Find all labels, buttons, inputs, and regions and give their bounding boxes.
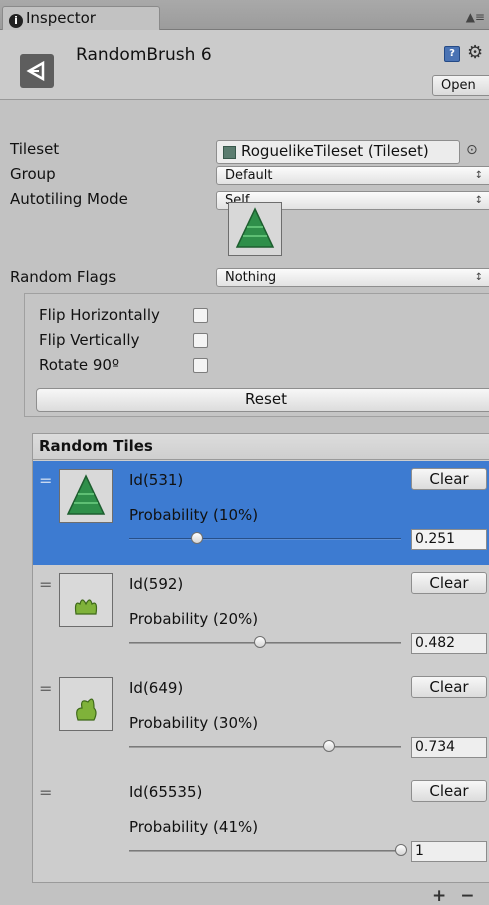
list-item[interactable]: = Id(592) Clear Probability (20%) 0.482 [33, 565, 489, 669]
add-item-button[interactable]: + [432, 886, 460, 905]
clear-button[interactable]: Clear [411, 468, 487, 490]
group-dropdown[interactable]: Default ↕ [216, 166, 489, 185]
rotate-90-label: Rotate 90º [39, 356, 120, 374]
tab-inspector-label: Inspector [26, 9, 96, 27]
bush-icon [74, 599, 98, 615]
tree-icon [66, 474, 106, 515]
clear-button[interactable]: Clear [411, 572, 487, 594]
help-book-icon[interactable]: ? [444, 46, 460, 62]
probability-value-field[interactable]: 0.251 [411, 529, 487, 550]
flip-horizontally-checkbox[interactable] [193, 308, 208, 323]
tile-id: Id(649) [129, 679, 184, 697]
tile-id: Id(65535) [129, 783, 203, 801]
tile-thumbnail[interactable] [59, 469, 113, 523]
object-name: RandomBrush 6 [76, 45, 212, 65]
list-add-remove: +− [432, 886, 489, 905]
group-label: Group [10, 165, 56, 183]
flip-horizontally-label: Flip Horizontally [39, 306, 160, 324]
object-header: RandomBrush 6 ? ⚙ Open [0, 30, 489, 100]
probability-slider-track[interactable] [129, 746, 401, 748]
probability-label: Probability (10%) [129, 506, 259, 524]
clear-button[interactable]: Clear [411, 780, 487, 802]
drag-handle-icon[interactable]: = [39, 679, 52, 698]
random-flags-dropdown[interactable]: Nothing ↕ [216, 268, 489, 287]
tile-id: Id(592) [129, 575, 184, 593]
random-flags-label: Random Flags [10, 268, 117, 286]
random-flags-value: Nothing [225, 270, 277, 285]
tile-id: Id(531) [129, 471, 184, 489]
rotate-90-checkbox[interactable] [193, 358, 208, 373]
random-tiles-list: Random Tiles = Id(531) Clear Probability… [32, 433, 489, 883]
probability-label: Probability (30%) [129, 714, 259, 732]
tile-thumbnail[interactable] [59, 573, 113, 627]
probability-slider-knob[interactable] [191, 532, 204, 544]
drag-handle-icon[interactable]: = [39, 471, 52, 490]
lock-menu-icon[interactable]: ▲≡ [466, 10, 485, 24]
probability-value-field[interactable]: 0.734 [411, 737, 487, 758]
tab-inspector[interactable]: i Inspector [2, 6, 160, 31]
probability-slider-knob[interactable] [395, 844, 407, 856]
dropdown-arrows-icon: ↕ [474, 272, 483, 283]
list-item[interactable]: = Id(531) Clear Probability (10%) 0.251 [33, 461, 489, 565]
probability-label: Probability (41%) [129, 818, 259, 836]
tree-icon [235, 207, 275, 248]
object-picker-icon[interactable]: ⊙ [466, 142, 478, 158]
tileset-icon [223, 146, 236, 159]
probability-slider-track[interactable] [129, 538, 401, 540]
tileset-label: Tileset [10, 140, 60, 158]
list-item[interactable]: = Id(65535) Clear Probability (41%) 1 [33, 773, 489, 877]
gear-icon[interactable]: ⚙ [467, 42, 483, 63]
probability-value-field[interactable]: 1 [411, 841, 487, 862]
inspector-tab-bar: i Inspector ▲≡ [0, 0, 489, 31]
list-item[interactable]: = Id(649) Clear Probability (30%) 0.734 [33, 669, 489, 773]
info-icon: i [9, 14, 23, 28]
probability-value-field[interactable]: 0.482 [411, 633, 487, 654]
probability-slider-knob[interactable] [254, 636, 267, 648]
reset-button[interactable]: Reset [36, 388, 489, 412]
dropdown-arrows-icon: ↕ [474, 170, 483, 181]
brush-preview [228, 202, 282, 256]
tileset-object-field[interactable]: RoguelikeTileset (Tileset) [216, 140, 460, 164]
flip-vertically-label: Flip Vertically [39, 331, 140, 349]
random-tiles-header: Random Tiles [33, 434, 489, 460]
dropdown-arrows-icon: ↕ [474, 195, 483, 206]
tileset-value: RoguelikeTileset (Tileset) [241, 142, 429, 160]
unity-asset-icon [20, 54, 54, 88]
group-value: Default [225, 168, 273, 183]
open-button[interactable]: Open [432, 75, 489, 96]
probability-label: Probability (20%) [129, 610, 259, 628]
clear-button[interactable]: Clear [411, 676, 487, 698]
remove-item-button[interactable]: − [460, 886, 488, 905]
leaf-bush-icon [76, 698, 97, 721]
flags-panel: Flip Horizontally Flip Vertically Rotate… [24, 293, 489, 417]
drag-handle-icon[interactable]: = [39, 575, 52, 594]
autotiling-mode-label: Autotiling Mode [10, 190, 128, 208]
probability-slider-track[interactable] [129, 850, 401, 852]
probability-slider-knob[interactable] [322, 740, 335, 752]
tile-thumbnail[interactable] [59, 677, 113, 731]
flip-vertically-checkbox[interactable] [193, 333, 208, 348]
drag-handle-icon[interactable]: = [39, 783, 52, 802]
